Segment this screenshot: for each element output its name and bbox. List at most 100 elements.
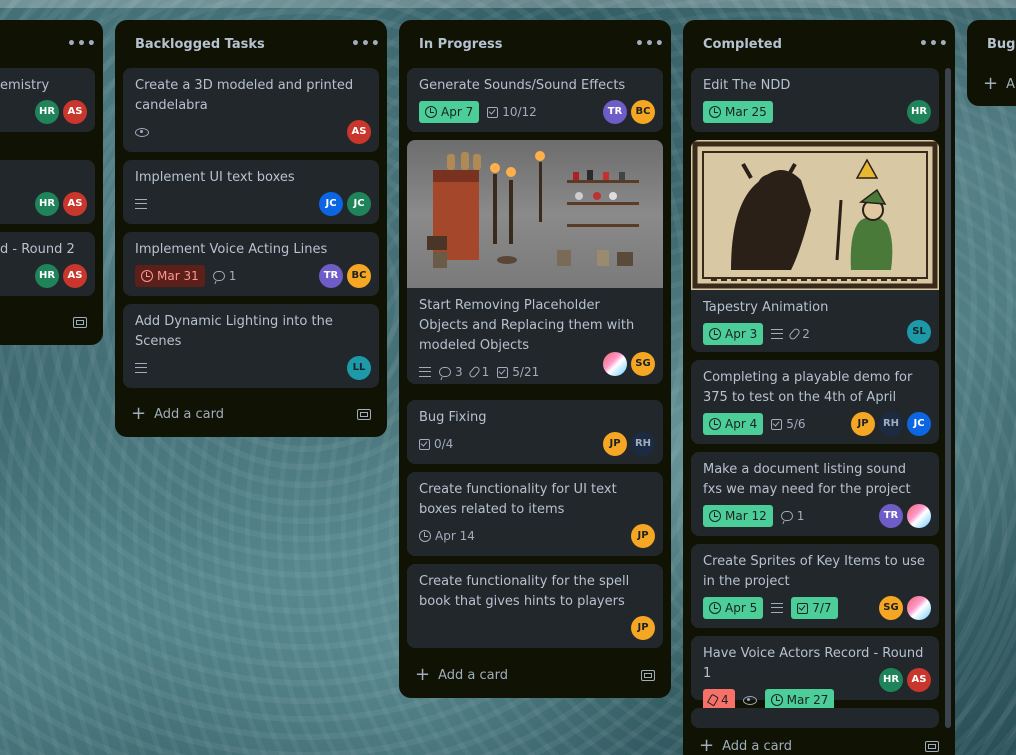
due-date: Mar 12 (725, 509, 767, 523)
card[interactable]: Create a 3D modeled and printed candelab… (123, 68, 379, 152)
list-title[interactable]: Backlogged Tasks (135, 37, 265, 52)
due-date-badge[interactable]: Apr 5 (703, 597, 764, 619)
avatar[interactable]: HR (879, 668, 903, 692)
card[interactable]: Bug Fixing 0/4 JP RH (407, 400, 663, 464)
card[interactable]: Edit The NDD Mar 25 HR (691, 68, 939, 132)
list-header[interactable]: In Progress ••• (399, 20, 671, 68)
avatar[interactable]: AS (63, 264, 87, 288)
avatar[interactable]: SL (907, 320, 931, 344)
list-menu-icon[interactable]: ••• (635, 36, 664, 52)
avatar[interactable]: JP (603, 432, 627, 456)
template-icon[interactable] (641, 669, 655, 681)
avatar[interactable]: RH (631, 432, 655, 456)
comment-icon (212, 271, 225, 281)
cover-illustration (427, 151, 639, 268)
list-header[interactable]: Bugs (967, 20, 1016, 68)
list-menu-icon[interactable]: ••• (919, 36, 948, 52)
template-icon[interactable] (357, 408, 371, 420)
list-title[interactable]: In Progress (419, 37, 503, 52)
add-card-button[interactable]: + Add a card (407, 659, 663, 691)
avatar[interactable]: AS (63, 100, 87, 124)
paperclip-icon (788, 327, 802, 341)
add-card-button[interactable]: + Add a card (123, 398, 379, 430)
avatar[interactable]: HR (907, 100, 931, 124)
list-header: ••• (0, 20, 103, 68)
card[interactable]: HR AS (0, 160, 95, 224)
card[interactable]: Create functionality for the spell book … (407, 564, 663, 648)
clock-icon (770, 694, 783, 706)
list-title[interactable]: Bugs (987, 37, 1016, 52)
card[interactable]: d - Round 2 HR AS (0, 232, 95, 296)
avatar[interactable]: JC (319, 192, 343, 216)
avatar-image[interactable] (603, 352, 627, 376)
due-date-badge[interactable]: Apr 14 (419, 525, 475, 547)
card-badges: Apr 3 2 (703, 322, 927, 346)
card[interactable]: Implement UI text boxes JC JC (123, 160, 379, 224)
avatar[interactable]: JP (851, 412, 875, 436)
avatar[interactable]: JP (631, 524, 655, 548)
template-icon[interactable] (73, 316, 87, 328)
card[interactable]: Create Sprites of Key Items to use in th… (691, 544, 939, 628)
card-with-cover[interactable]: Start Removing Placeholder Objects and R… (407, 140, 663, 384)
avatar[interactable]: AS (347, 120, 371, 144)
list-header[interactable]: Backlogged Tasks ••• (115, 20, 387, 68)
card-title: Create functionality for the spell book … (419, 574, 630, 609)
paperclip-icon (467, 365, 481, 379)
card-members: HR AS (35, 192, 87, 216)
card[interactable]: Add Dynamic Lighting into the Scenes LL (123, 304, 379, 388)
card[interactable]: Implement Voice Acting Lines Mar 31 1 TR… (123, 232, 379, 296)
tapestry-illustration (692, 141, 938, 289)
add-card-button[interactable]: + Add a card (691, 730, 947, 755)
due-date-badge[interactable]: Apr 3 (703, 323, 764, 345)
avatar[interactable]: TR (319, 264, 343, 288)
avatar[interactable]: AS (907, 668, 931, 692)
avatar[interactable]: HR (35, 100, 59, 124)
card-title: emistry (0, 78, 50, 93)
due-date: Mar 25 (725, 105, 767, 119)
list-header[interactable]: Completed ••• (683, 20, 955, 68)
due-date-badge[interactable]: Apr 4 (703, 413, 764, 435)
checklist-badge: 5/6 (771, 413, 806, 435)
card[interactable]: Completing a playable demo for 375 to te… (691, 360, 939, 444)
due-date-badge[interactable]: Apr 7 (419, 101, 480, 123)
card-members: SL (907, 320, 931, 344)
avatar[interactable]: JP (631, 616, 655, 640)
avatar[interactable]: TR (603, 100, 627, 124)
due-date-badge[interactable]: Mar 25 (703, 101, 773, 123)
card[interactable]: Generate Sounds/Sound Effects Apr 7 10/1… (407, 68, 663, 132)
avatar[interactable]: RH (879, 412, 903, 436)
avatar[interactable]: TR (879, 504, 903, 528)
card[interactable]: Create functionality for UI text boxes r… (407, 472, 663, 556)
list-partial-left: ••• emistry HR AS HR AS d - Round 2 HR A… (0, 20, 103, 345)
avatar[interactable]: SG (879, 596, 903, 620)
avatar[interactable]: BC (631, 100, 655, 124)
checklist-badge: 5/21 (497, 361, 539, 383)
avatar[interactable]: JC (907, 412, 931, 436)
template-icon[interactable] (925, 740, 939, 752)
avatar[interactable]: HR (35, 192, 59, 216)
avatar[interactable]: SG (631, 352, 655, 376)
card-cover-image (691, 140, 939, 290)
list-menu-icon[interactable]: ••• (67, 36, 96, 52)
list-menu-icon[interactable]: ••• (351, 36, 380, 52)
avatar[interactable]: AS (63, 192, 87, 216)
card[interactable]: emistry HR AS (0, 68, 95, 132)
card-members: SG (879, 596, 931, 620)
card-with-cover[interactable]: Tapestry Animation Apr 3 2 SL (691, 140, 939, 352)
due-date-badge[interactable]: Mar 31 (135, 265, 205, 287)
card[interactable]: Make a document listing sound fxs we may… (691, 452, 939, 536)
card-members: JP (631, 616, 655, 640)
avatar[interactable]: LL (347, 356, 371, 380)
card-partial[interactable] (691, 708, 939, 728)
list-title[interactable]: Completed (703, 37, 782, 52)
due-date-badge[interactable]: Mar 12 (703, 505, 773, 527)
list-scrollbar[interactable] (945, 68, 951, 728)
card[interactable]: Have Voice Actors Record - Round 1 4 Mar… (691, 636, 939, 711)
add-card-button[interactable]: + A (975, 68, 1016, 100)
avatar[interactable]: BC (347, 264, 371, 288)
avatar[interactable]: JC (347, 192, 371, 216)
avatar-image[interactable] (907, 596, 931, 620)
avatar-image[interactable] (907, 504, 931, 528)
avatar[interactable]: HR (35, 264, 59, 288)
description-badge (135, 357, 147, 379)
